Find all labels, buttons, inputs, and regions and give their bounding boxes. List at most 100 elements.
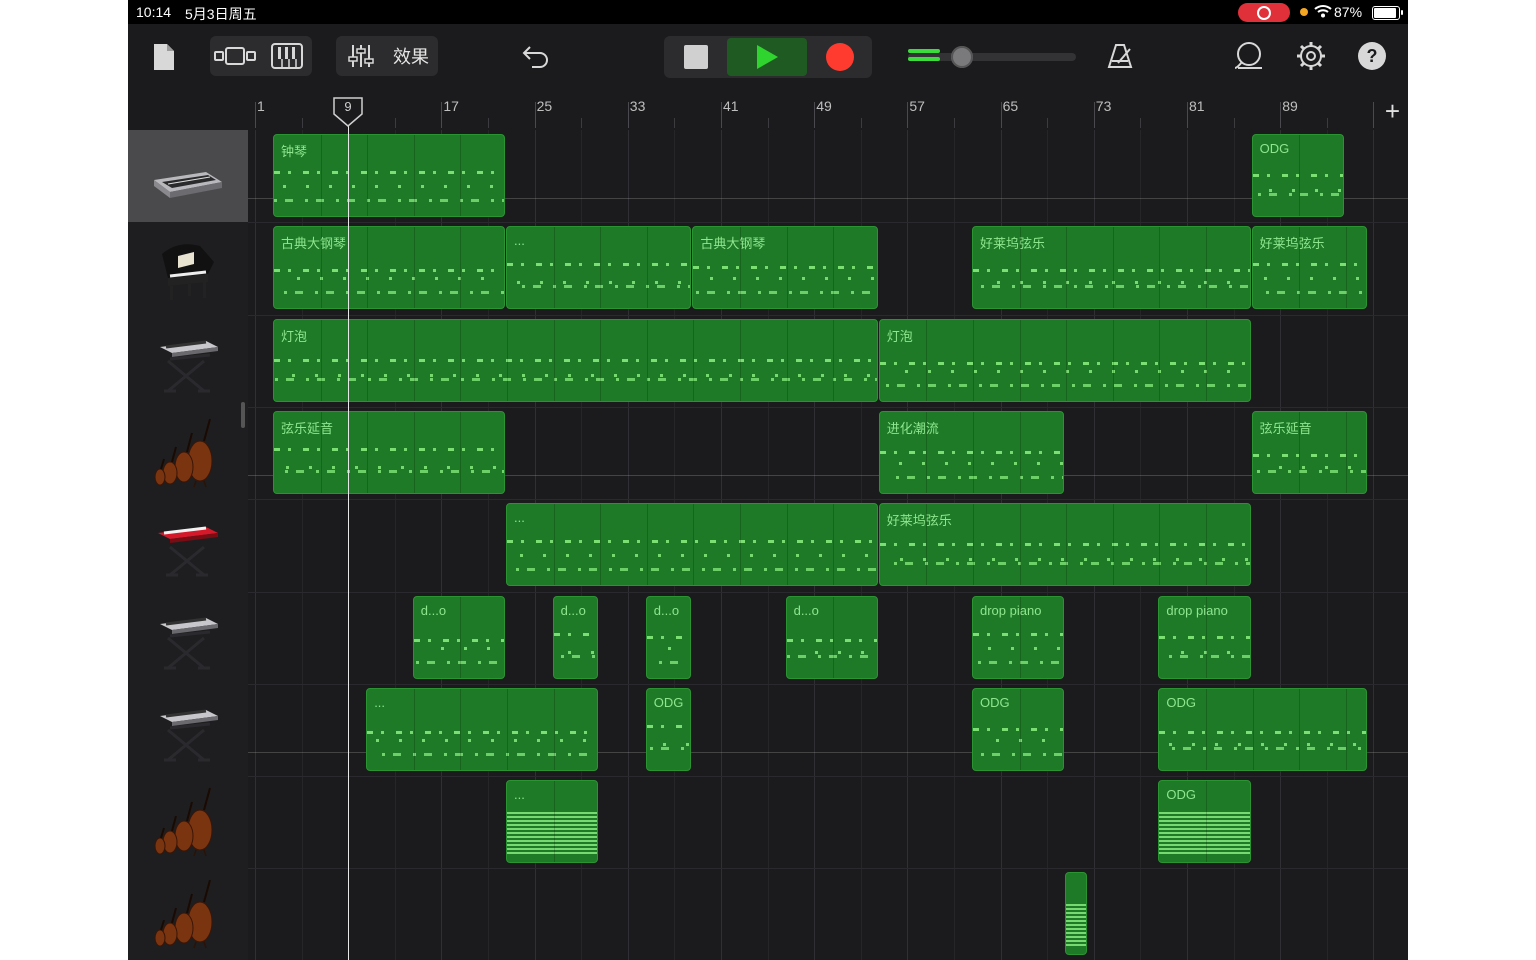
stop-icon[interactable]	[666, 38, 726, 76]
loop-seam	[1205, 320, 1207, 402]
region-name: ODG	[1259, 141, 1290, 156]
midi-region[interactable]: d...o	[645, 596, 692, 680]
battery-percent: 87%	[1334, 4, 1363, 20]
tracks-view-icon[interactable]	[212, 38, 258, 74]
loop-seam	[460, 689, 462, 771]
midi-region[interactable]: ODG	[1158, 688, 1368, 772]
loop-seam	[1205, 781, 1207, 863]
ruler-tick	[581, 118, 583, 128]
track-header[interactable]	[128, 499, 248, 593]
record-icon[interactable]	[810, 38, 870, 76]
loop-seam	[833, 320, 835, 402]
status-time: 10:14	[136, 4, 172, 20]
region-name: ...	[514, 787, 525, 802]
midi-region[interactable]: ...	[366, 688, 599, 772]
ruler-tick	[488, 118, 489, 128]
track-header[interactable]	[128, 315, 248, 408]
loop-seam	[693, 504, 695, 586]
loop-seam	[1066, 320, 1068, 402]
ruler-tick	[767, 118, 769, 128]
midi-region[interactable]: 弦乐延音	[1251, 411, 1368, 495]
screen-recording-indicator[interactable]	[1238, 3, 1290, 22]
settings-gear-icon[interactable]	[1294, 38, 1328, 74]
loop-seam	[460, 320, 462, 402]
track-header[interactable]	[128, 684, 248, 777]
track-header[interactable]	[128, 222, 248, 316]
midi-region[interactable]: d...o	[785, 596, 878, 680]
ruler-tick	[394, 118, 396, 128]
midi-region[interactable]: ...	[506, 503, 878, 587]
midi-region[interactable]: d...o	[552, 596, 599, 680]
volume-knob[interactable]	[951, 46, 973, 68]
loop-seam	[1112, 227, 1114, 309]
loop-seam	[1345, 227, 1347, 309]
tracks-timeline[interactable]: 钟琴 ODG 古典大钢琴... 古典大钢琴 好莱坞弦乐 好莱坞弦乐 灯泡 灯泡 弦乐延音 进化潮流…	[248, 130, 1408, 960]
loop-seam	[460, 135, 462, 217]
play-icon[interactable]	[727, 38, 807, 76]
loop-browser-icon[interactable]	[1232, 38, 1266, 74]
region-notes	[274, 165, 504, 211]
ruler-bar-number: 73	[1095, 98, 1112, 114]
playhead-line[interactable]	[348, 98, 349, 960]
status-bar: 10:14 5月3日周五 87%	[128, 0, 1408, 24]
red-keyboard-on-stand-icon	[158, 526, 218, 577]
midi-region[interactable]: ODG	[1251, 134, 1344, 218]
master-volume-slider[interactable]	[908, 46, 1078, 68]
loop-seam	[1112, 320, 1114, 402]
playhead-bar-number: 9	[344, 99, 351, 114]
ruler-tick	[721, 102, 722, 128]
playhead-handle[interactable]: 9	[332, 96, 364, 128]
midi-region[interactable]: 弦乐延音	[273, 411, 505, 495]
loop-seam	[1019, 412, 1021, 494]
metronome-icon[interactable]	[1104, 38, 1136, 74]
keyboard-icon[interactable]	[266, 38, 308, 74]
timeline-ruler[interactable]: 1 9 17 25 33 41 49 57 65 73 81 89 +	[248, 94, 1408, 131]
midi-region[interactable]	[1065, 872, 1088, 956]
midi-region[interactable]: 古典大钢琴	[692, 226, 878, 310]
loop-seam	[413, 689, 415, 771]
garageband-app: 10:14 5月3日周五 87% 效果 ? 1 17 25 33 41 49 5…	[128, 0, 1408, 960]
region-name: d...o	[653, 603, 680, 618]
track-header[interactable]	[128, 592, 248, 685]
track-header[interactable]	[128, 868, 248, 960]
track-header[interactable]	[128, 130, 248, 223]
loop-seam	[1019, 689, 1021, 771]
midi-region[interactable]: ODG	[645, 688, 692, 772]
track-header-resize-handle[interactable]	[241, 402, 245, 428]
document-icon[interactable]	[150, 40, 178, 74]
effects-button[interactable]: 效果	[386, 38, 436, 74]
ruler-bar-number: 65	[1002, 98, 1019, 114]
midi-region[interactable]: 古典大钢琴	[273, 226, 505, 310]
midi-region[interactable]: drop piano	[1158, 596, 1251, 680]
loop-seam	[646, 504, 648, 586]
add-track-button[interactable]: +	[1385, 98, 1400, 124]
track-header[interactable]	[128, 776, 248, 869]
mixer-sliders-icon[interactable]	[342, 38, 380, 74]
help-glyph: ?	[1358, 42, 1386, 70]
loop-seam	[739, 227, 741, 309]
loop-seam	[833, 597, 835, 679]
ruler-tick	[1280, 102, 1282, 128]
track-header[interactable]	[128, 407, 248, 500]
midi-region[interactable]: 好莱坞弦乐	[1251, 226, 1368, 310]
midi-region[interactable]: 好莱坞弦乐	[878, 503, 1251, 587]
midi-region[interactable]: ODG	[972, 688, 1065, 772]
lane-separator	[248, 222, 1408, 223]
undo-icon[interactable]	[518, 38, 554, 74]
midi-region[interactable]: drop piano	[972, 596, 1065, 680]
midi-region[interactable]: d...o	[412, 596, 505, 680]
midi-region[interactable]: ODG	[1158, 780, 1251, 864]
loop-seam	[460, 597, 462, 679]
help-icon[interactable]: ?	[1356, 40, 1388, 72]
region-name: 弦乐延音	[1259, 421, 1312, 436]
midi-region[interactable]: 好莱坞弦乐	[972, 226, 1251, 310]
midi-region[interactable]: 钟琴	[273, 134, 505, 218]
loop-seam	[553, 781, 555, 863]
midi-region[interactable]: 灯泡	[273, 319, 878, 403]
midi-region[interactable]: 进化潮流	[878, 411, 1065, 495]
midi-region[interactable]: ...	[506, 780, 599, 864]
midi-region[interactable]: 灯泡	[878, 319, 1251, 403]
midi-region[interactable]: ...	[506, 226, 692, 310]
loop-seam	[1159, 227, 1161, 309]
play-triangle	[757, 45, 778, 69]
